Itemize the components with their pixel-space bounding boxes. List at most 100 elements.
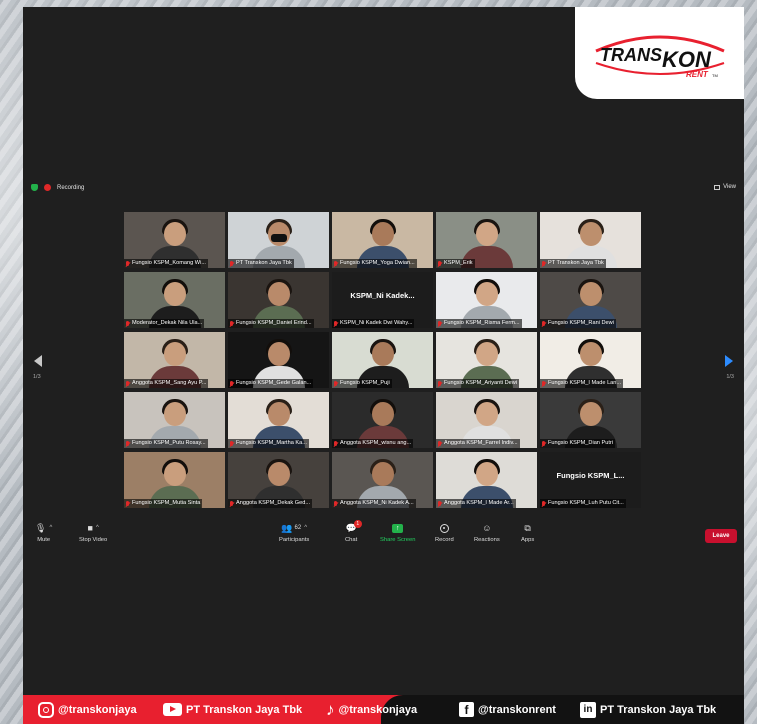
- participant-face: [475, 402, 498, 426]
- participant-video-tile[interactable]: Anggota KSPM_Farrel Indiv...: [436, 392, 537, 448]
- participant-face: [579, 282, 602, 306]
- reactions-button[interactable]: ☺ Reactions: [474, 522, 500, 543]
- share-screen-button[interactable]: ↑ Share Screen: [380, 522, 415, 543]
- participant-video-tile[interactable]: Fungsio KSPM_Komang Wi...: [124, 212, 225, 268]
- video-gallery-grid: Fungsio KSPM_Komang Wi... PT Transkon Jay…: [124, 212, 641, 508]
- muted-microphone-icon: [229, 320, 234, 327]
- muted-microphone-icon: [125, 440, 130, 447]
- participant-name-label: KSPM_Erik: [436, 259, 475, 268]
- participant-video-tile[interactable]: Fungsio KSPM_Rani Dewi: [540, 272, 641, 328]
- participant-video-tile[interactable]: Fungsio KSPM_L... Fungsio KSPM_Luh Putu C…: [540, 452, 641, 508]
- facebook-handle: f @transkonrent: [459, 695, 556, 724]
- participant-video-tile[interactable]: Fungsio KSPM_Daniel Erind...: [228, 272, 329, 328]
- participant-name-text: PT Transkon Jaya Tbk: [548, 260, 604, 266]
- apps-button[interactable]: ⧉ Apps: [521, 522, 535, 544]
- muted-microphone-icon: [541, 320, 546, 327]
- participant-name-text: Anggota KSPM_I Made Ar...: [444, 500, 514, 506]
- participant-video-tile[interactable]: Anggota KSPM_Ni Kadek A...: [332, 452, 433, 508]
- next-page-arrow-icon[interactable]: [725, 355, 733, 367]
- participant-video-tile[interactable]: KSPM_Ni Kadek... KSPM_Ni Kadek Dwi Wahy..…: [332, 272, 433, 328]
- recording-indicator[interactable]: Recording: [31, 184, 84, 191]
- participant-video-tile[interactable]: Moderator_Dekak Nila Ula...: [124, 272, 225, 328]
- participant-name-text: Fungsio KSPM_Daniel Erind...: [236, 320, 312, 326]
- participant-video-tile[interactable]: Fungsio KSPM_Ariyanti Dewi: [436, 332, 537, 388]
- participant-face: [163, 402, 186, 426]
- chat-label: Chat: [345, 537, 358, 543]
- participant-name-label: Fungsio KSPM_Mutia Sinta: [124, 499, 203, 508]
- participant-face: [475, 222, 498, 246]
- participant-name-label: Fungsio KSPM_Risma Ferm...: [436, 319, 522, 328]
- participant-video-tile[interactable]: PT Transkon Jaya Tbk: [540, 212, 641, 268]
- apps-icon: ⧉: [524, 522, 531, 533]
- view-button[interactable]: View: [714, 184, 736, 190]
- participant-video-tile[interactable]: Anggota KSPM_Dekak Ged...: [228, 452, 329, 508]
- participant-face: [475, 282, 498, 306]
- participant-name-label: Anggota KSPM_Farrel Indiv...: [436, 439, 520, 448]
- participant-name-label: Anggota KSPM_I Made Ar...: [436, 499, 516, 508]
- instagram-icon: [38, 701, 54, 718]
- security-shield-icon[interactable]: [31, 184, 38, 191]
- view-label: View: [723, 184, 736, 190]
- muted-microphone-icon: [541, 500, 546, 507]
- participant-video-tile[interactable]: Fungsio KSPM_Yoga Dwian...: [332, 212, 433, 268]
- participant-name-text: Anggota KSPM_Dekak Ged...: [236, 500, 311, 506]
- participant-video-tile[interactable]: KSPM_Erik: [436, 212, 537, 268]
- participant-name-label: Fungsio KSPM_Martha Ka...: [228, 439, 309, 448]
- participant-name-text: PT Transkon Jaya Tbk: [236, 260, 292, 266]
- muted-microphone-icon: [333, 260, 338, 267]
- linkedin-icon: in: [580, 701, 596, 718]
- muted-microphone-icon: [333, 440, 338, 447]
- meeting-toolbar: 🎙 ^ Mute ■ ^ Stop Video 👥 62 ^ Participants …: [23, 519, 744, 551]
- participant-video-tile[interactable]: PT Transkon Jaya Tbk: [228, 212, 329, 268]
- participant-name-text: Fungsio KSPM_Yoga Dwian...: [340, 260, 415, 266]
- participant-name-label: Fungsio KSPM_Daniel Erind...: [228, 319, 314, 328]
- muted-microphone-icon: [437, 380, 442, 387]
- participant-name-label: PT Transkon Jaya Tbk: [228, 259, 294, 268]
- stop-video-label: Stop Video: [79, 537, 108, 543]
- participant-video-tile[interactable]: Fungsio KSPM_Risma Ferm...: [436, 272, 537, 328]
- reactions-smiley-icon: ☺: [482, 523, 492, 533]
- record-button[interactable]: Record: [435, 522, 454, 543]
- participant-name-label: Fungsio KSPM_Putu Rosay...: [124, 439, 208, 448]
- previous-page-arrow-icon[interactable]: [34, 355, 42, 367]
- reactions-label: Reactions: [474, 537, 500, 543]
- participant-video-tile[interactable]: Fungsio KSPM_Mutia Sinta: [124, 452, 225, 508]
- participant-video-tile[interactable]: Fungsio KSPM_Putu Rosay...: [124, 392, 225, 448]
- mute-options-caret-icon[interactable]: ^: [49, 525, 52, 531]
- participants-button[interactable]: 👥 62 ^ Participants: [279, 522, 310, 544]
- muted-microphone-icon: [333, 500, 338, 507]
- participants-caret-icon[interactable]: ^: [304, 525, 307, 531]
- leave-button[interactable]: Leave: [705, 529, 737, 543]
- participant-name-text: Fungsio KSPM_Gede Galan...: [236, 380, 312, 386]
- muted-microphone-icon: [437, 440, 442, 447]
- participant-face: [163, 282, 186, 306]
- participant-video-tile[interactable]: Anggota KSPM_Sang Ayu P...: [124, 332, 225, 388]
- chat-button[interactable]: 💬 1 Chat: [345, 520, 362, 543]
- microphone-icon: 🎙: [35, 522, 47, 533]
- participant-video-tile[interactable]: Fungsio KSPM_Dian Putri: [540, 392, 641, 448]
- page-indicator-left: 1/3: [33, 374, 41, 380]
- participant-video-tile[interactable]: Fungsio KSPM_Puji: [332, 332, 433, 388]
- participants-icon: 👥: [281, 522, 293, 533]
- stop-video-button[interactable]: ■ ^ Stop Video: [79, 522, 107, 543]
- participant-video-tile[interactable]: Fungsio KSPM_Gede Galan...: [228, 332, 329, 388]
- youtube-icon: [163, 703, 182, 716]
- participant-video-tile[interactable]: Anggota KSPM_I Made Ar...: [436, 452, 537, 508]
- muted-microphone-icon: [333, 380, 338, 387]
- apps-label: Apps: [521, 537, 535, 543]
- participant-video-tile[interactable]: Anggota KSPM_wisnu ang...: [332, 392, 433, 448]
- participant-name-label: Anggota KSPM_Sang Ayu P...: [124, 379, 209, 388]
- participant-name-text: Fungsio KSPM_Risma Ferm...: [444, 320, 520, 326]
- participant-name-label: Anggota KSPM_wisnu ang...: [332, 439, 414, 448]
- mute-button[interactable]: 🎙 ^ Mute: [35, 522, 52, 544]
- participant-name-placeholder: KSPM_Ni Kadek...: [350, 290, 415, 300]
- participant-video-tile[interactable]: Fungsio KSPM_I Made Lan...: [540, 332, 641, 388]
- video-options-caret-icon[interactable]: ^: [96, 525, 99, 531]
- participant-face: [579, 342, 602, 366]
- participant-face: [579, 222, 602, 246]
- participant-video-tile[interactable]: Fungsio KSPM_Martha Ka...: [228, 392, 329, 448]
- chat-unread-badge: 1: [353, 520, 362, 528]
- tiktok-handle: ♪ @transkonjaya: [326, 700, 418, 719]
- participants-label: Participants: [279, 537, 310, 543]
- muted-microphone-icon: [437, 500, 442, 507]
